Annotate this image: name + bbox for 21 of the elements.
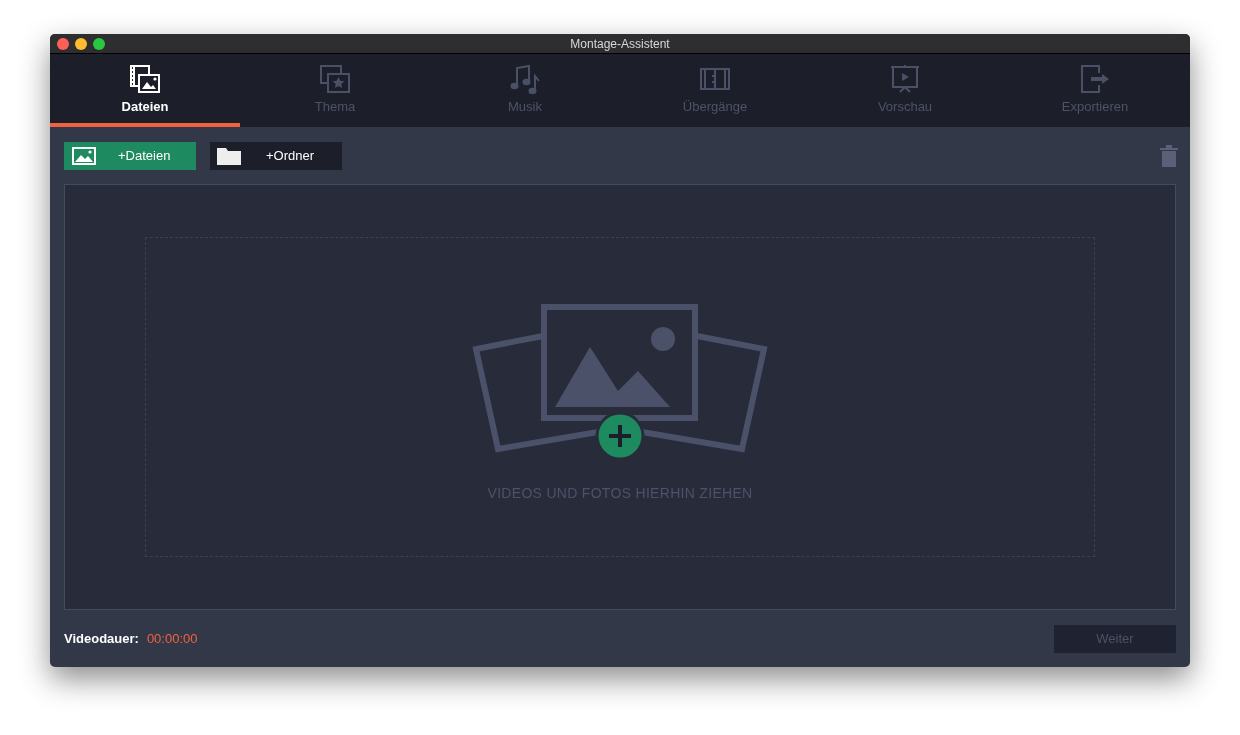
close-window-button[interactable]: [57, 37, 69, 50]
step-tab[interactable]: Übergänge: [620, 54, 810, 127]
music-notes-icon: [509, 64, 541, 94]
add-folder-button[interactable]: +Ordner: [210, 141, 342, 170]
step-tab[interactable]: Musik: [430, 54, 620, 127]
presentation-play-icon: [889, 64, 921, 94]
export-arrow-icon: [1079, 64, 1111, 94]
maximize-window-button[interactable]: [93, 37, 105, 50]
minimize-window-button[interactable]: [75, 37, 87, 50]
window-title: Montage-Assistent: [570, 35, 670, 53]
duration-label: Videodauer:: [64, 629, 139, 648]
add-files-button[interactable]: +Dateien: [64, 141, 196, 170]
image-icon: [72, 146, 96, 165]
step-tab[interactable]: Thema: [240, 54, 430, 127]
step-tab[interactable]: Exportieren: [1000, 54, 1190, 127]
media-files-icon: [129, 64, 161, 94]
duration-value: 00:00:00: [146, 629, 198, 648]
folder-icon: [217, 146, 241, 165]
step-tab[interactable]: Vorschau: [810, 54, 1000, 127]
star-card-icon: [319, 64, 351, 94]
step-tab[interactable]: Dateien: [50, 54, 240, 127]
